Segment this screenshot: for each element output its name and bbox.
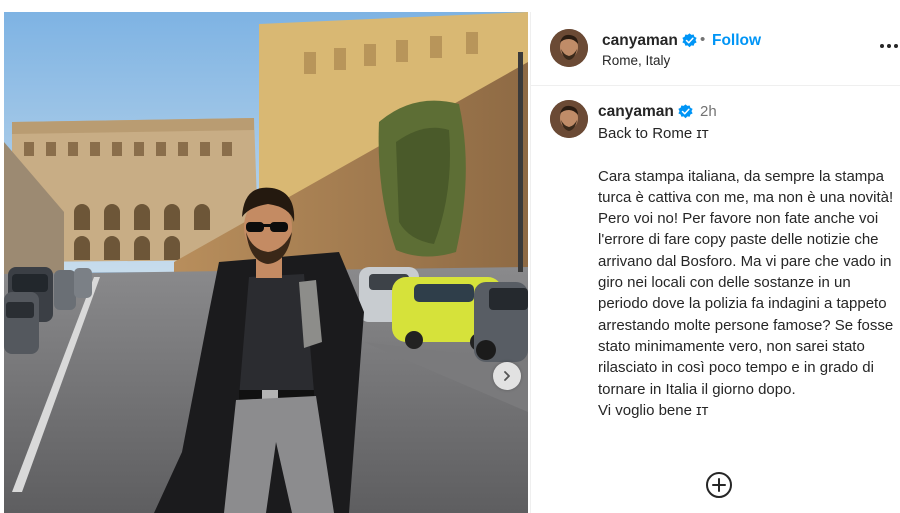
chevron-right-icon bbox=[504, 371, 510, 381]
post-caption: Back to Rome ɪᴛ Cara stampa italiana, da… bbox=[598, 123, 895, 421]
post-photo[interactable] bbox=[4, 12, 528, 513]
caption-first-line: Back to Rome ɪᴛ bbox=[598, 125, 709, 142]
instagram-post: canyaman • Follow Rome, Italy canyaman 2… bbox=[0, 0, 900, 513]
separator-dot: • bbox=[700, 31, 706, 48]
add-circle-icon[interactable] bbox=[705, 471, 733, 499]
avatar-image bbox=[550, 100, 588, 138]
street-scene-image bbox=[4, 12, 528, 513]
caption-body: Cara stampa italiana, da sempre la stamp… bbox=[598, 167, 894, 398]
verified-badge-icon bbox=[678, 104, 693, 119]
avatar-image bbox=[550, 29, 588, 67]
caption-username[interactable]: canyaman bbox=[598, 103, 674, 121]
follow-button[interactable]: Follow bbox=[712, 32, 761, 50]
post-location[interactable]: Rome, Italy bbox=[602, 53, 670, 68]
post-side-panel: canyaman • Follow Rome, Italy canyaman 2… bbox=[530, 12, 900, 513]
caption-avatar[interactable] bbox=[550, 100, 588, 138]
caption-last-line: Vi voglio bene ɪᴛ bbox=[598, 401, 709, 419]
avatar[interactable] bbox=[550, 29, 588, 67]
next-image-button[interactable] bbox=[493, 362, 521, 390]
more-options-icon[interactable] bbox=[879, 41, 899, 51]
post-timestamp[interactable]: 2h bbox=[700, 103, 717, 120]
post-header: canyaman • Follow Rome, Italy bbox=[531, 12, 900, 86]
verified-badge-icon bbox=[682, 33, 697, 48]
username[interactable]: canyaman bbox=[602, 32, 678, 50]
